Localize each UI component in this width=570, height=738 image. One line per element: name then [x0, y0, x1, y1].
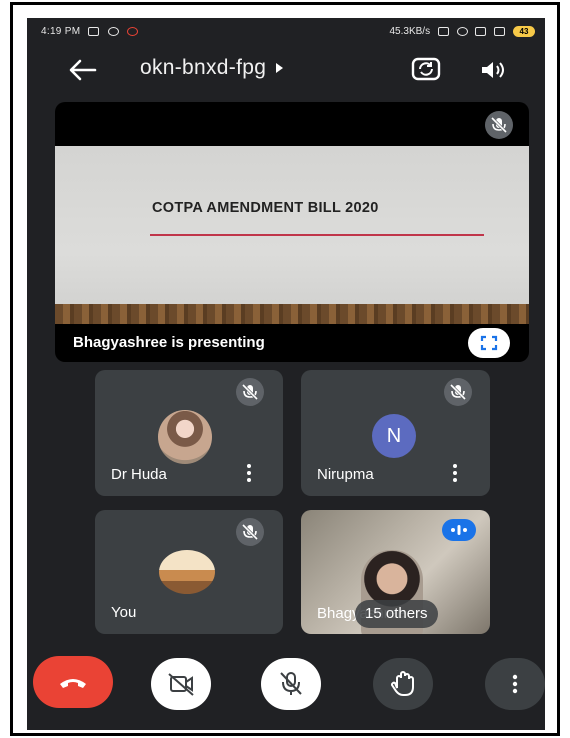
meeting-code-label: okn-bnxd-fpg — [140, 56, 267, 79]
camera-toggle-button[interactable] — [151, 658, 211, 710]
camera-off-icon — [168, 673, 194, 696]
fullscreen-button[interactable] — [468, 328, 510, 358]
presentation-tile[interactable]: COTPA AMENDMENT BILL 2020 Bhagyashree is… — [55, 102, 529, 362]
participant-name: You — [111, 604, 137, 621]
call-controls — [27, 648, 545, 718]
mic-off-icon — [236, 518, 264, 546]
raise-hand-button[interactable] — [373, 658, 433, 710]
network-speed: 45.3KB/s — [389, 26, 431, 38]
slide-floor — [55, 304, 529, 324]
participant-name: Dr Huda — [111, 466, 167, 483]
slide-title: COTPA AMENDMENT BILL 2020 — [152, 200, 379, 216]
avatar — [158, 410, 212, 464]
participant-tile[interactable]: You — [95, 510, 283, 634]
avatar: N — [372, 414, 416, 458]
mic-off-icon — [444, 378, 472, 406]
participant-name: Nirupma — [317, 466, 374, 483]
mic-toggle-button[interactable] — [261, 658, 321, 710]
phone-screen: 4:19 PM 45.3KB/s 43 okn-bnxd-fpg COTPA A… — [27, 18, 545, 730]
fullscreen-icon — [480, 335, 498, 351]
switch-camera-icon[interactable] — [411, 56, 441, 82]
more-vert-icon[interactable] — [452, 464, 458, 484]
status-bar: 4:19 PM 45.3KB/s 43 — [27, 18, 545, 46]
avatar — [159, 550, 215, 594]
end-call-button[interactable] — [33, 656, 113, 708]
speaking-indicator-icon — [442, 519, 476, 541]
speaker-icon[interactable] — [480, 60, 506, 80]
status-time: 4:19 PM — [41, 26, 138, 37]
more-vert-icon[interactable] — [246, 464, 252, 484]
phone-hangup-icon — [60, 679, 86, 688]
mute-status-icon — [437, 27, 449, 36]
more-options-button[interactable] — [485, 658, 545, 710]
back-arrow-icon[interactable] — [67, 58, 97, 82]
alarm-status-icon — [456, 27, 468, 36]
gmail-status-icon — [126, 26, 138, 36]
camera-status-icon — [88, 26, 100, 36]
signal2-status-icon — [494, 27, 506, 36]
whatsapp-status-icon — [107, 26, 119, 36]
presenting-label: Bhagyashree is presenting — [73, 334, 265, 351]
presentation-mic-off-icon — [485, 111, 513, 139]
hand-icon — [391, 671, 414, 696]
others-count-badge[interactable]: 15 others — [355, 600, 438, 628]
more-vert-icon — [512, 674, 518, 694]
signal-status-icon — [475, 27, 487, 36]
play-triangle-icon — [276, 63, 284, 74]
battery-icon: 43 — [513, 26, 535, 37]
meeting-code-button[interactable]: okn-bnxd-fpg — [140, 56, 284, 80]
participant-tile[interactable]: Bhagyashree 15 others — [301, 510, 490, 634]
mic-off-icon — [236, 378, 264, 406]
slide-underline — [150, 234, 484, 236]
participant-tile[interactable]: N Nirupma — [301, 370, 490, 496]
mic-off-icon — [280, 672, 302, 695]
participant-tile[interactable]: Dr Huda — [95, 370, 283, 496]
status-right: 45.3KB/s 43 — [389, 26, 535, 38]
